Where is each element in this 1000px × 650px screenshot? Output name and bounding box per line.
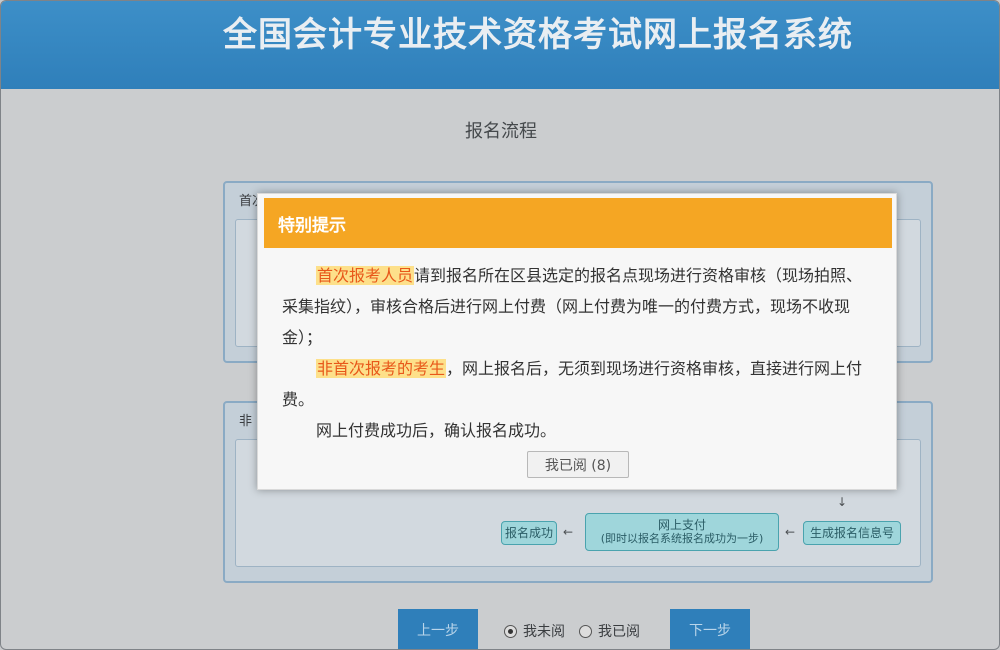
system-title: 全国会计专业技术资格考试网上报名系统 (223, 15, 853, 55)
read-confirm-button[interactable]: 我已阅 (8) (527, 451, 629, 478)
highlight-first-time: 首次报考人员 (316, 266, 415, 285)
radio-unread-label: 我未阅 (523, 624, 565, 640)
arrow-left-2: ← (785, 525, 796, 539)
dialog-title: 特别提示 (264, 198, 892, 248)
text-confirm: 网上付费成功后，确认报名成功。 (316, 421, 557, 440)
arrow-down: ↓ (837, 495, 848, 509)
radio-read-label: 我已阅 (598, 624, 640, 640)
notice-paragraph-first-time: 首次报考人员请到报名所在区县选定的报名点现场进行资格审核（现场拍照、采集指纹），… (282, 260, 872, 353)
read-status-radio-group: 我未阅 我已阅 (504, 621, 640, 641)
panel-label-repeat: 非 (239, 414, 253, 429)
page-header: 全国会计专业技术资格考试网上报名系统 (1, 1, 999, 89)
radio-unread[interactable] (504, 624, 517, 638)
notice-paragraph-confirm: 网上付费成功后，确认报名成功。 (282, 415, 872, 446)
highlight-repeat: 非首次报考的考生 (316, 359, 447, 378)
step-pay-line1: 网上支付 (657, 518, 706, 532)
section-title: 报名流程 (465, 121, 537, 142)
notice-paragraph-repeat: 非首次报考的考生，网上报名后，无须到现场进行资格审核，直接进行网上付费。 (282, 353, 872, 415)
step-generate-number: 生成报名信息号 (803, 521, 901, 545)
step-online-pay: 网上支付 (即时以报名系统报名成功为一步) (585, 513, 779, 551)
step-pay-line2: (即时以报名系统报名成功为一步) (600, 532, 764, 545)
arrow-left-1: ← (563, 525, 574, 539)
app-frame: 全国会计专业技术资格考试网上报名系统 报名流程 首次 非 报名成功 ← 网上支付… (0, 0, 1000, 650)
step-confirm: 报名成功 (501, 521, 557, 545)
dialog-body: 首次报考人员请到报名所在区县选定的报名点现场进行资格审核（现场拍照、采集指纹），… (282, 260, 872, 446)
special-notice-dialog: 特别提示 首次报考人员请到报名所在区县选定的报名点现场进行资格审核（现场拍照、采… (257, 193, 897, 490)
radio-read[interactable] (579, 624, 592, 638)
next-step-button[interactable]: 下一步 (670, 609, 750, 649)
prev-step-button[interactable]: 上一步 (398, 609, 478, 649)
